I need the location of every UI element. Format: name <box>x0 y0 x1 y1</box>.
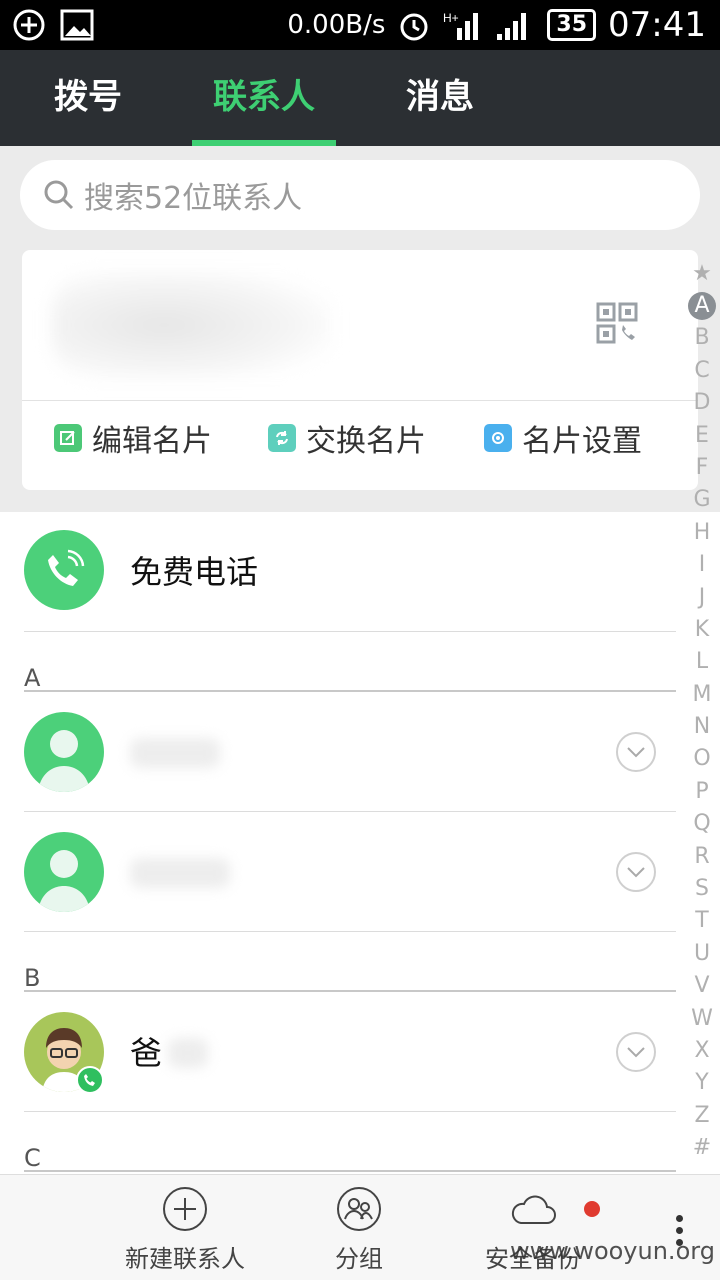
battery-level: 35 <box>547 9 597 41</box>
edit-card-button[interactable]: 编辑名片 <box>54 416 212 460</box>
index-letter[interactable]: C <box>688 355 716 387</box>
index-letter[interactable]: I <box>688 549 716 581</box>
bottom-toolbar: 新建联系人 分组 安全备份 www.wooyun.org <box>0 1174 720 1280</box>
status-bar: 0.00B/s H+ 35 07:41 <box>0 0 720 50</box>
index-letter[interactable]: R <box>688 841 716 873</box>
index-letter[interactable]: T <box>688 905 716 937</box>
index-letter[interactable]: Q <box>688 808 716 840</box>
tab-bar: 拨号 联系人 消息 <box>0 50 720 146</box>
expand-button[interactable] <box>616 1032 656 1072</box>
index-letter[interactable]: Z <box>688 1100 716 1132</box>
divider <box>24 1111 676 1112</box>
section-header-c: C <box>24 1144 41 1172</box>
expand-button[interactable] <box>616 732 656 772</box>
phone-call-icon <box>24 530 104 610</box>
index-letter[interactable]: G <box>688 484 716 516</box>
exchange-card-button[interactable]: 交换名片 <box>268 416 426 460</box>
index-letter[interactable]: ★ <box>688 258 716 290</box>
default-avatar-icon <box>24 712 104 792</box>
free-call-row[interactable]: 免费电话 <box>24 530 258 610</box>
divider <box>24 931 676 932</box>
index-letter[interactable]: S <box>688 873 716 905</box>
index-letter[interactable]: O <box>688 743 716 775</box>
call-badge-icon <box>76 1066 104 1094</box>
network-speed: 0.00B/s <box>287 10 386 40</box>
exchange-card-label: 交换名片 <box>306 424 426 459</box>
index-letter[interactable]: P <box>688 776 716 808</box>
exchange-icon <box>268 424 296 452</box>
index-letter[interactable]: L <box>688 646 716 678</box>
free-call-label: 免费电话 <box>130 553 259 591</box>
index-letter[interactable]: H <box>688 517 716 549</box>
watermark: www.wooyun.org <box>510 1237 715 1265</box>
tab-dialer[interactable]: 拨号 <box>30 50 146 146</box>
index-letter[interactable]: N <box>688 711 716 743</box>
index-letter[interactable]: Y <box>688 1067 716 1099</box>
tab-messages[interactable]: 消息 <box>382 50 498 146</box>
expand-button[interactable] <box>616 852 656 892</box>
edit-card-label: 编辑名片 <box>92 424 212 459</box>
group-icon <box>337 1187 381 1231</box>
index-letter[interactable]: B <box>688 322 716 354</box>
contact-list[interactable]: 免费电话 A B 爸 C <box>0 512 720 1174</box>
contact-name-redacted <box>130 858 230 888</box>
active-tab-indicator <box>192 140 336 146</box>
list-item[interactable] <box>24 692 676 812</box>
index-letter[interactable]: F <box>688 452 716 484</box>
index-letter[interactable]: V <box>688 970 716 1002</box>
chevron-down-icon <box>627 867 645 878</box>
alarm-icon <box>400 13 428 41</box>
tab-contacts[interactable]: 联系人 <box>196 50 332 146</box>
edit-icon <box>54 424 82 452</box>
default-avatar-icon <box>24 832 104 912</box>
notification-dot <box>584 1201 600 1217</box>
clock: 07:41 <box>608 5 706 45</box>
divider <box>24 631 676 632</box>
index-letter[interactable]: W <box>688 1003 716 1035</box>
index-letter[interactable]: D <box>688 387 716 419</box>
add-circle-icon <box>13 9 45 41</box>
card-divider <box>22 400 698 401</box>
qr-code-icon[interactable] <box>596 302 640 346</box>
settings-icon <box>484 424 512 452</box>
section-divider <box>24 1170 676 1172</box>
alphabet-index[interactable]: ★ A B C D E F G H I J K L M N O P Q R S T U V W X Y Z # <box>688 258 716 1165</box>
new-contact-button[interactable]: 新建联系人 <box>100 1185 270 1274</box>
contact-name-redacted <box>168 1038 208 1068</box>
search-icon <box>44 180 74 210</box>
chevron-down-icon <box>627 1047 645 1058</box>
section-header-b: B <box>24 964 41 992</box>
list-item[interactable]: 爸 <box>24 992 676 1112</box>
section-header-a: A <box>24 664 41 692</box>
blurred-profile <box>52 270 332 380</box>
signal-icon <box>497 13 527 40</box>
add-icon <box>163 1187 207 1231</box>
group-button[interactable]: 分组 <box>274 1185 444 1274</box>
card-settings-button[interactable]: 名片设置 <box>484 416 642 460</box>
list-item[interactable] <box>24 812 676 932</box>
index-letter[interactable]: # <box>688 1132 716 1164</box>
card-settings-label: 名片设置 <box>522 424 642 459</box>
index-letter[interactable]: X <box>688 1035 716 1067</box>
search-placeholder: 搜索52位联系人 <box>84 181 303 216</box>
group-label: 分组 <box>335 1245 383 1273</box>
chevron-down-icon <box>627 747 645 758</box>
new-contact-label: 新建联系人 <box>125 1245 245 1273</box>
contact-name-redacted <box>130 738 220 768</box>
cloud-icon <box>511 1195 556 1224</box>
search-input[interactable]: 搜索52位联系人 <box>20 160 700 230</box>
svg-text:H+: H+ <box>443 11 459 25</box>
index-letter[interactable]: J <box>688 582 716 614</box>
index-letter[interactable]: A <box>688 292 716 321</box>
signal-h-icon: H+ <box>443 11 479 40</box>
my-business-card[interactable]: 编辑名片 交换名片 名片设置 <box>22 250 698 490</box>
index-letter[interactable]: E <box>688 420 716 452</box>
index-letter[interactable]: M <box>688 679 716 711</box>
contact-name: 爸 <box>130 1034 163 1072</box>
index-letter[interactable]: U <box>688 938 716 970</box>
image-icon <box>60 9 94 41</box>
index-letter[interactable]: K <box>688 614 716 646</box>
